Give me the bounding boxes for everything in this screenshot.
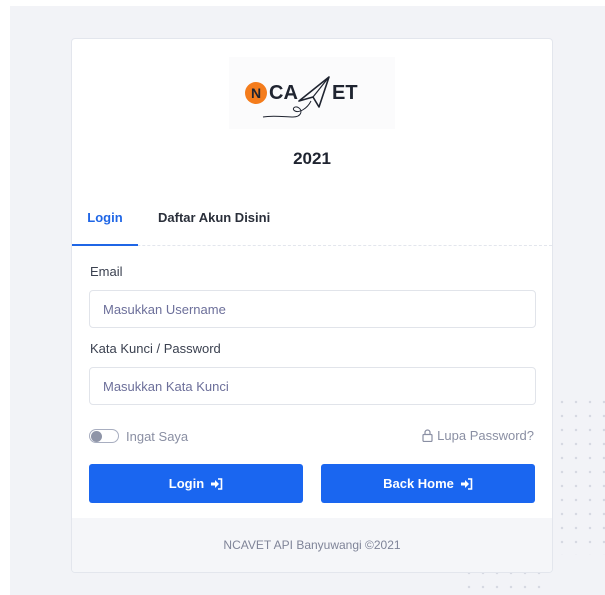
back-home-button-label: Back Home: [383, 476, 454, 491]
auth-tabs: Login Daftar Akun Disini: [72, 207, 552, 246]
back-home-button[interactable]: Back Home: [321, 464, 535, 503]
sign-in-icon: [211, 477, 223, 490]
password-input[interactable]: [89, 367, 536, 405]
footer-copyright: NCAVET API Banyuwangi ©2021: [72, 518, 552, 572]
lock-icon: [422, 428, 433, 442]
decorative-dots: [555, 395, 605, 555]
remember-me-label: Ingat Saya: [126, 428, 189, 444]
tab-login[interactable]: Login: [72, 207, 138, 246]
tab-register[interactable]: Daftar Akun Disini: [158, 207, 270, 245]
sign-in-icon: [460, 477, 473, 490]
ncavet-logo: N CA ET: [229, 57, 395, 129]
login-button[interactable]: Login: [89, 464, 303, 503]
svg-text:N: N: [251, 85, 261, 101]
page-title-year: 2021: [293, 149, 331, 168]
toggle-switch[interactable]: [89, 429, 119, 443]
password-label: Kata Kunci / Password: [90, 341, 221, 356]
forgot-password-link[interactable]: Lupa Password?: [422, 426, 534, 444]
ncavet-logo-graphic: N CA ET: [245, 76, 358, 118]
login-card: N CA ET 2021 Login Daftar Akun Disini Em…: [71, 38, 553, 573]
svg-text:CA: CA: [269, 82, 298, 104]
email-input[interactable]: [89, 290, 536, 328]
forgot-password-label: Lupa Password?: [437, 427, 534, 443]
toggle-knob: [91, 430, 102, 442]
svg-text:ET: ET: [332, 82, 358, 104]
remember-me-toggle[interactable]: Ingat Saya: [89, 427, 188, 445]
email-label: Email: [90, 264, 123, 279]
login-button-label: Login: [168, 476, 205, 491]
